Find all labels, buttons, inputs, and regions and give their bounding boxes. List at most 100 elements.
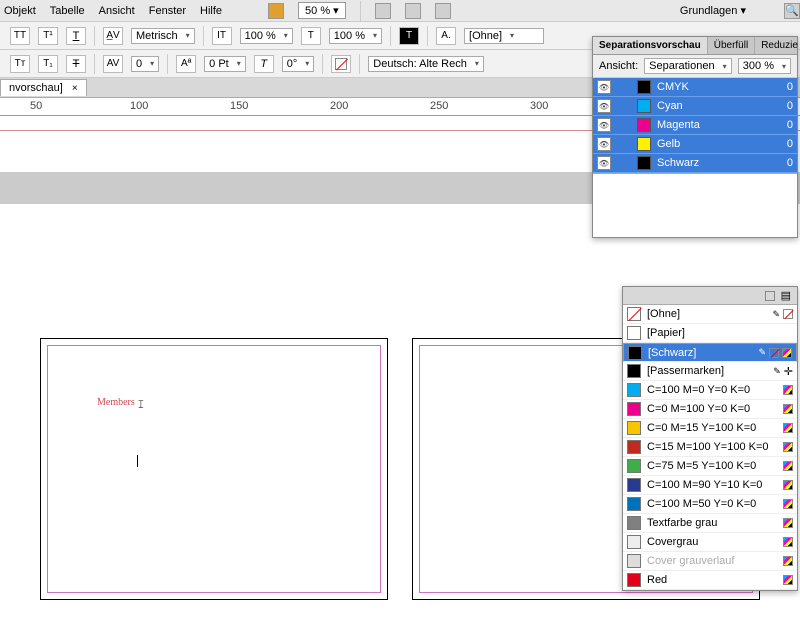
language-select[interactable]: Deutsch: Alte Rech bbox=[368, 56, 484, 72]
tracking-icon: AV bbox=[103, 55, 123, 73]
subscript-button[interactable]: T₁ bbox=[38, 55, 58, 73]
ink-value: 0 bbox=[787, 157, 793, 169]
swatch-row[interactable]: Covergrau bbox=[623, 533, 797, 552]
ink-name: Gelb bbox=[657, 138, 680, 150]
smallcaps-button[interactable]: T¹ bbox=[38, 27, 58, 45]
kerning-select[interactable]: Metrisch bbox=[131, 28, 195, 44]
panel-empty-area bbox=[593, 173, 797, 237]
swatch-name: [Passermarken] bbox=[647, 365, 724, 377]
process-color-icon bbox=[783, 404, 793, 414]
swatch-color-icon bbox=[627, 459, 641, 473]
zoom-level[interactable]: 50 % ▾ bbox=[298, 2, 346, 19]
swatch-color-icon bbox=[628, 346, 642, 360]
visibility-toggle[interactable]: 👁 bbox=[597, 137, 611, 151]
charcolor-icon[interactable]: T bbox=[399, 27, 419, 45]
underline-button[interactable]: T bbox=[66, 27, 86, 45]
swatch-row[interactable]: [Passermarken]✎✛ bbox=[623, 362, 797, 381]
swatch-name: C=0 M=15 Y=100 K=0 bbox=[647, 422, 756, 434]
ink-swatch-icon bbox=[637, 99, 651, 113]
swatch-row[interactable]: C=100 M=50 Y=0 K=0 bbox=[623, 495, 797, 514]
page-left[interactable]: Members 𝙸 bbox=[40, 338, 388, 600]
strike-button[interactable]: T bbox=[66, 55, 86, 73]
hscale-icon: IT bbox=[212, 27, 232, 45]
separation-row[interactable]: 👁 Schwarz 0 bbox=[593, 154, 797, 173]
swatch-row[interactable]: Cover grauverlauf bbox=[623, 552, 797, 571]
separation-row[interactable]: 👁CMYK0 bbox=[593, 78, 797, 97]
swatches-panel[interactable]: ▤ [Ohne]✎[Papier][Schwarz]✎[Passermarken… bbox=[622, 286, 798, 591]
view-mode-select[interactable]: Separationen bbox=[644, 58, 732, 74]
hscale-select[interactable]: 100 % bbox=[240, 28, 293, 44]
swatches-list: [Ohne]✎[Papier][Schwarz]✎[Passermarken]✎… bbox=[623, 305, 797, 590]
tab-trap[interactable]: Überfüll bbox=[708, 37, 755, 54]
ink-name: Cyan bbox=[657, 100, 683, 112]
charstyle-select[interactable]: [Ohne] bbox=[464, 28, 544, 44]
menu-ansicht[interactable]: Ansicht bbox=[99, 5, 135, 17]
tab-label: nvorschau] bbox=[9, 82, 63, 94]
screen-mode-icon[interactable] bbox=[405, 3, 421, 19]
swatch-color-icon bbox=[627, 535, 641, 549]
tracking-select[interactable]: 0 bbox=[131, 56, 159, 72]
swatch-color-icon bbox=[627, 421, 641, 435]
workspace-picker[interactable]: Grundlagen ▾ bbox=[680, 4, 746, 17]
menu-objekt[interactable]: Objekt bbox=[4, 5, 36, 17]
visibility-toggle[interactable]: 👁 bbox=[597, 118, 611, 132]
visibility-toggle[interactable]: 👁 bbox=[597, 99, 611, 113]
superscript-button[interactable]: TT bbox=[10, 27, 30, 45]
swatch-name: C=0 M=100 Y=0 K=0 bbox=[647, 403, 750, 415]
baseline-select[interactable]: 0 Pt bbox=[204, 56, 246, 72]
kerning-icon: A̲V bbox=[103, 27, 123, 45]
document-tab[interactable]: nvorschau] × bbox=[0, 79, 87, 96]
ink-name: Schwarz bbox=[657, 157, 699, 169]
swatch-row[interactable]: [Papier] bbox=[623, 324, 797, 343]
ink-value: 0 bbox=[787, 119, 793, 131]
swatch-color-icon bbox=[627, 497, 641, 511]
swatch-row[interactable]: [Ohne]✎ bbox=[623, 305, 797, 324]
swatch-row[interactable]: C=100 M=0 Y=0 K=0 bbox=[623, 381, 797, 400]
swatches-header: ▤ bbox=[623, 287, 797, 305]
swatch-name: C=100 M=90 Y=10 K=0 bbox=[647, 479, 762, 491]
sep-zoom-select[interactable]: 300 % bbox=[738, 58, 791, 74]
swatch-row[interactable]: C=0 M=100 Y=0 K=0 bbox=[623, 400, 797, 419]
swatch-row[interactable]: C=100 M=90 Y=10 K=0 bbox=[623, 476, 797, 495]
swatch-color-icon bbox=[627, 402, 641, 416]
panel-menu-icon[interactable]: ▤ bbox=[781, 289, 791, 302]
search-icon[interactable]: 🔍 bbox=[784, 3, 800, 19]
visibility-toggle[interactable]: 👁 bbox=[597, 80, 611, 94]
tab-flatten[interactable]: Reduzie bbox=[755, 37, 800, 54]
menu-tabelle[interactable]: Tabelle bbox=[50, 5, 85, 17]
text-members[interactable]: Members bbox=[97, 397, 135, 408]
skew-select[interactable]: 0° bbox=[282, 56, 315, 72]
view-options-icon[interactable] bbox=[375, 3, 391, 19]
process-color-icon bbox=[783, 518, 793, 528]
swatch-color-icon bbox=[627, 516, 641, 530]
swatch-color-icon bbox=[627, 554, 641, 568]
arrange-icon[interactable] bbox=[435, 3, 451, 19]
bridge-icon[interactable] bbox=[268, 3, 284, 19]
swatch-color-icon bbox=[627, 478, 641, 492]
separation-row[interactable]: 👁Cyan0 bbox=[593, 97, 797, 116]
swatch-row[interactable]: Textfarbe grau bbox=[623, 514, 797, 533]
menu-fenster[interactable]: Fenster bbox=[149, 5, 186, 17]
visibility-toggle[interactable]: 👁 bbox=[597, 156, 611, 170]
swatch-name: C=100 M=0 Y=0 K=0 bbox=[647, 384, 750, 396]
close-tab-icon[interactable]: × bbox=[72, 83, 78, 94]
fill-proxy-icon[interactable] bbox=[765, 291, 775, 301]
swatch-row[interactable]: C=75 M=5 Y=100 K=0 bbox=[623, 457, 797, 476]
swatch-row[interactable]: [Schwarz]✎ bbox=[623, 343, 797, 362]
process-color-icon bbox=[783, 537, 793, 547]
ink-swatch-icon bbox=[637, 80, 651, 94]
menu-hilfe[interactable]: Hilfe bbox=[200, 5, 222, 17]
swatch-row[interactable]: C=15 M=100 Y=100 K=0 bbox=[623, 438, 797, 457]
swatch-color-icon bbox=[627, 364, 641, 378]
process-color-icon bbox=[783, 556, 793, 566]
separation-row[interactable]: 👁Gelb0 bbox=[593, 135, 797, 154]
separations-panel[interactable]: Separationsvorschau Überfüll Reduzie Ans… bbox=[592, 36, 798, 238]
allcaps-button[interactable]: Tᴛ bbox=[10, 55, 30, 73]
vscale-select[interactable]: 100 % bbox=[329, 28, 382, 44]
tab-separations[interactable]: Separationsvorschau bbox=[593, 37, 708, 54]
swatch-name: [Schwarz] bbox=[648, 347, 696, 359]
separation-row[interactable]: 👁Magenta0 bbox=[593, 116, 797, 135]
nocolor-icon[interactable] bbox=[331, 55, 351, 73]
swatch-row[interactable]: C=0 M=15 Y=100 K=0 bbox=[623, 419, 797, 438]
swatch-row[interactable]: Red bbox=[623, 571, 797, 590]
